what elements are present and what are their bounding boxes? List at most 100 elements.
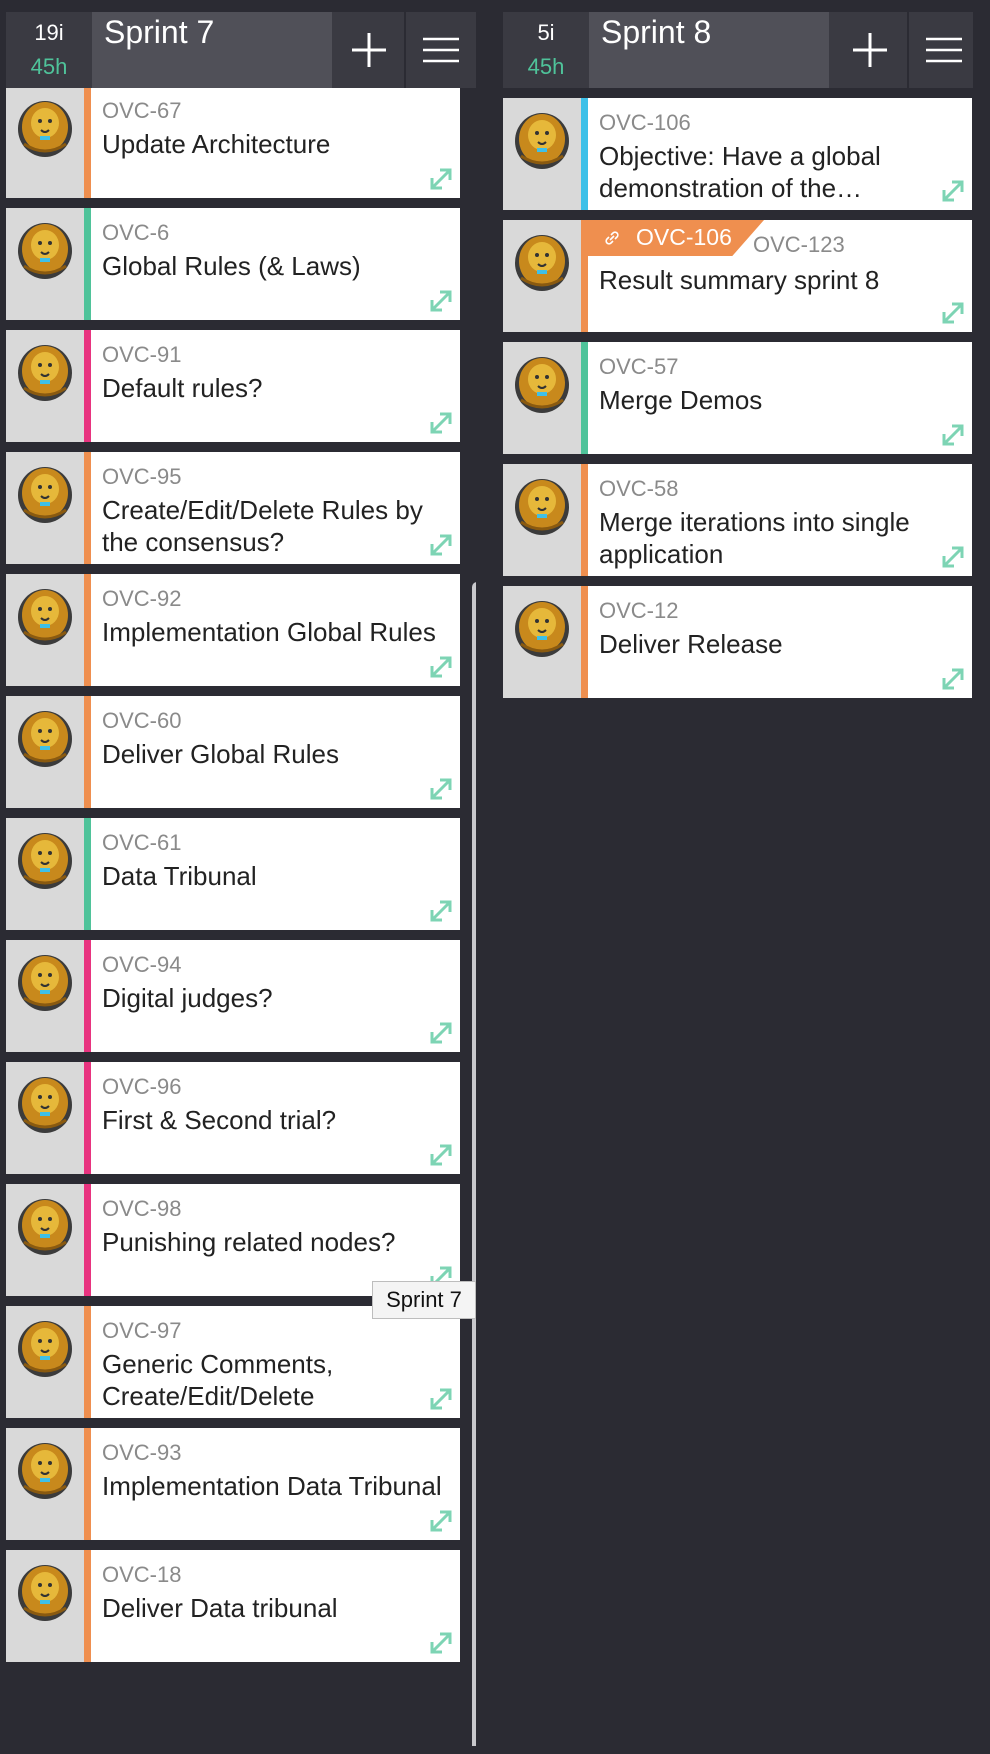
assignee-avatar: [6, 574, 84, 686]
expand-arrows-icon[interactable]: [428, 654, 454, 680]
assignee-avatar: [6, 452, 84, 564]
priority-stripe: [84, 452, 91, 564]
priority-stripe: [84, 1550, 91, 1662]
expand-arrows-icon[interactable]: [428, 532, 454, 558]
issue-summary: Result summary sprint 8: [599, 265, 880, 295]
plus-icon: [853, 33, 887, 67]
sprint-8-header: 5i 45h Sprint 8: [503, 12, 973, 88]
expand-arrows-icon[interactable]: [428, 1508, 454, 1534]
expand-arrows-icon[interactable]: [940, 422, 966, 448]
issue-key: OVC-58: [599, 476, 679, 501]
issue-key: OVC-91: [102, 342, 182, 367]
priority-stripe: [581, 342, 588, 454]
issue-summary: Implementation Global Rules: [102, 617, 436, 647]
assignee-avatar: [6, 1062, 84, 1174]
issue-card[interactable]: OVC-92 Implementation Global Rules: [6, 574, 460, 686]
lion-avatar-icon: [515, 357, 569, 413]
issue-card[interactable]: OVC-93 Implementation Data Tribunal: [6, 1428, 460, 1540]
priority-stripe: [84, 86, 91, 198]
issue-card[interactable]: OVC-12 Deliver Release: [503, 586, 972, 698]
issue-card[interactable]: OVC-61 Data Tribunal: [6, 818, 460, 930]
expand-arrows-icon[interactable]: [428, 1630, 454, 1656]
scrollbar-thumb[interactable]: [472, 582, 476, 1746]
expand-arrows-icon[interactable]: [940, 666, 966, 692]
lion-avatar-icon: [18, 1199, 72, 1255]
assignee-avatar: [6, 86, 84, 198]
expand-arrows-icon[interactable]: [428, 166, 454, 192]
lion-avatar-icon: [18, 955, 72, 1011]
expand-arrows-icon[interactable]: [428, 1020, 454, 1046]
issue-card[interactable]: OVC-97 Generic Comments, Create/Edit/Dele…: [6, 1306, 460, 1418]
issue-card[interactable]: OVC-57 Merge Demos: [503, 342, 972, 454]
priority-stripe: [84, 208, 91, 320]
priority-stripe: [84, 1184, 91, 1296]
issue-card[interactable]: OVC-95 Create/Edit/Delete Rules by the co…: [6, 452, 460, 564]
issue-summary: Generic Comments, Create/Edit/Delete: [102, 1349, 334, 1411]
issue-summary: Update Architecture: [102, 129, 331, 159]
hamburger-menu-icon: [926, 37, 962, 63]
priority-stripe: [581, 220, 588, 332]
expand-arrows-icon[interactable]: [428, 1386, 454, 1412]
expand-arrows-icon[interactable]: [940, 544, 966, 570]
assignee-avatar: [6, 696, 84, 808]
issue-card[interactable]: OVC-106 OVC-123 Result summary sprint 8: [503, 220, 972, 332]
issue-key: OVC-60: [102, 708, 182, 733]
lion-avatar-icon: [515, 113, 569, 169]
sprint-title-box[interactable]: Sprint 8: [589, 12, 829, 88]
issue-summary: Implementation Data Tribunal: [102, 1471, 442, 1501]
issue-card[interactable]: OVC-96 First & Second trial?: [6, 1062, 460, 1174]
sprint-7-column: Intermediate ReportOVC-67Update Architec…: [6, 12, 476, 1746]
issue-key: OVC-61: [102, 830, 182, 855]
plus-icon: [352, 33, 386, 67]
lion-avatar-icon: [515, 479, 569, 535]
sprint-title-box[interactable]: Sprint 7: [92, 12, 332, 88]
assignee-avatar: [6, 1184, 84, 1296]
issue-card[interactable]: OVC-106 Objective: Have a global demonstr…: [503, 98, 972, 210]
lion-avatar-icon: [18, 833, 72, 889]
issue-summary: Data Tribunal: [102, 861, 257, 891]
issue-card[interactable]: OVC-18 Deliver Data tribunal: [6, 1550, 460, 1662]
sprint-menu-button[interactable]: [406, 12, 476, 88]
expand-arrows-icon[interactable]: [428, 898, 454, 924]
issue-count: 5i: [537, 20, 555, 45]
issue-count: 19i: [34, 20, 64, 45]
issue-key: OVC-106: [599, 110, 691, 135]
add-issue-button[interactable]: [835, 12, 905, 88]
issue-card[interactable]: OVC-91 Default rules?: [6, 330, 460, 442]
lion-avatar-icon: [515, 601, 569, 657]
issue-card[interactable]: OVC-6 Global Rules (& Laws): [6, 208, 460, 320]
lion-avatar-icon: [18, 711, 72, 767]
expand-arrows-icon[interactable]: [940, 300, 966, 326]
issue-card[interactable]: OVC-98 Punishing related nodes?: [6, 1184, 460, 1296]
expand-arrows-icon[interactable]: [940, 178, 966, 204]
issue-summary: Punishing related nodes?: [102, 1227, 396, 1257]
issue-summary: Deliver Global Rules: [102, 739, 339, 769]
issue-card[interactable]: OVC-60 Deliver Global Rules: [6, 696, 460, 808]
issue-card[interactable]: OVC-67 Update Architecture: [6, 86, 460, 198]
assignee-avatar: [6, 1550, 84, 1662]
issue-key: OVC-18: [102, 1562, 182, 1587]
assignee-avatar: [6, 208, 84, 320]
sprint-8-column: OVC-106 Objective: Have a global demonstr…: [503, 12, 973, 1746]
issue-key: OVC-97: [102, 1318, 182, 1343]
assignee-avatar: [6, 1428, 84, 1540]
sprint-menu-button[interactable]: [909, 12, 973, 88]
expand-arrows-icon[interactable]: [428, 410, 454, 436]
expand-arrows-icon[interactable]: [428, 1142, 454, 1168]
issue-card[interactable]: OVC-58 Merge iterations into single appli…: [503, 464, 972, 576]
priority-stripe: [84, 818, 91, 930]
assignee-avatar: [503, 98, 581, 210]
assignee-avatar: [6, 818, 84, 930]
expand-arrows-icon[interactable]: [428, 776, 454, 802]
assignee-avatar: [6, 940, 84, 1052]
hamburger-menu-icon: [423, 37, 459, 63]
hours-total: 45h: [527, 54, 565, 79]
expand-arrows-icon[interactable]: [428, 288, 454, 314]
add-issue-button[interactable]: [334, 12, 404, 88]
issue-summary: Deliver Data tribunal: [102, 1593, 338, 1623]
issue-card[interactable]: OVC-94 Digital judges?: [6, 940, 460, 1052]
priority-stripe: [84, 696, 91, 808]
sprint-7-stats: 19i 45h: [6, 12, 92, 88]
linked-issue-tag[interactable]: OVC-106: [588, 220, 764, 256]
sprint-8-stats: 5i 45h: [503, 12, 589, 88]
